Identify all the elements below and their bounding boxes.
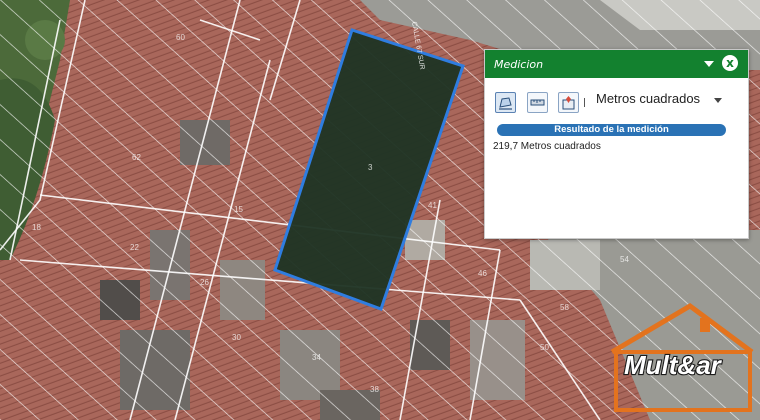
area-tool-button[interactable]	[495, 92, 516, 113]
parcel-label: 18	[32, 223, 41, 232]
parcel-label: 38	[370, 385, 379, 394]
toolbar-separator	[584, 98, 585, 107]
parcel-label: 30	[232, 333, 241, 342]
distance-measure-icon	[530, 99, 545, 106]
parcel-label: 26	[200, 278, 209, 287]
parcel-label: 22	[130, 243, 139, 252]
collapse-chevron-icon[interactable]	[704, 61, 714, 67]
parcel-label: 15	[234, 205, 243, 214]
result-value: 219,7 Metros cuadrados	[493, 141, 601, 152]
parcel-label: 62	[132, 153, 141, 162]
area-measure-icon	[499, 97, 512, 110]
logo-text: Mult&ar	[624, 350, 723, 380]
parcel-label: 58	[560, 303, 569, 312]
parcel-label: 3	[368, 163, 373, 172]
parcel-label: 34	[312, 353, 321, 362]
parcel-label: 50	[540, 343, 549, 352]
result-header: Resultado de la medición	[497, 124, 726, 136]
parcel-label: 54	[620, 255, 629, 264]
close-button[interactable]: x	[722, 55, 738, 71]
chevron-down-icon[interactable]	[714, 98, 722, 103]
panel-title: Medicion	[494, 58, 544, 71]
parcel-label: 60	[176, 33, 185, 42]
unit-select[interactable]: Metros cuadrados	[596, 91, 700, 111]
location-tool-button[interactable]	[558, 92, 579, 113]
parcel-label: 41	[428, 201, 437, 210]
panel-header: Medicion x	[485, 50, 748, 78]
location-measure-icon	[562, 96, 575, 110]
distance-tool-button[interactable]	[527, 92, 548, 113]
parcel-label: 46	[478, 269, 487, 278]
measurement-panel: Medicion x Metros cuadrados Resultado de…	[484, 49, 749, 239]
